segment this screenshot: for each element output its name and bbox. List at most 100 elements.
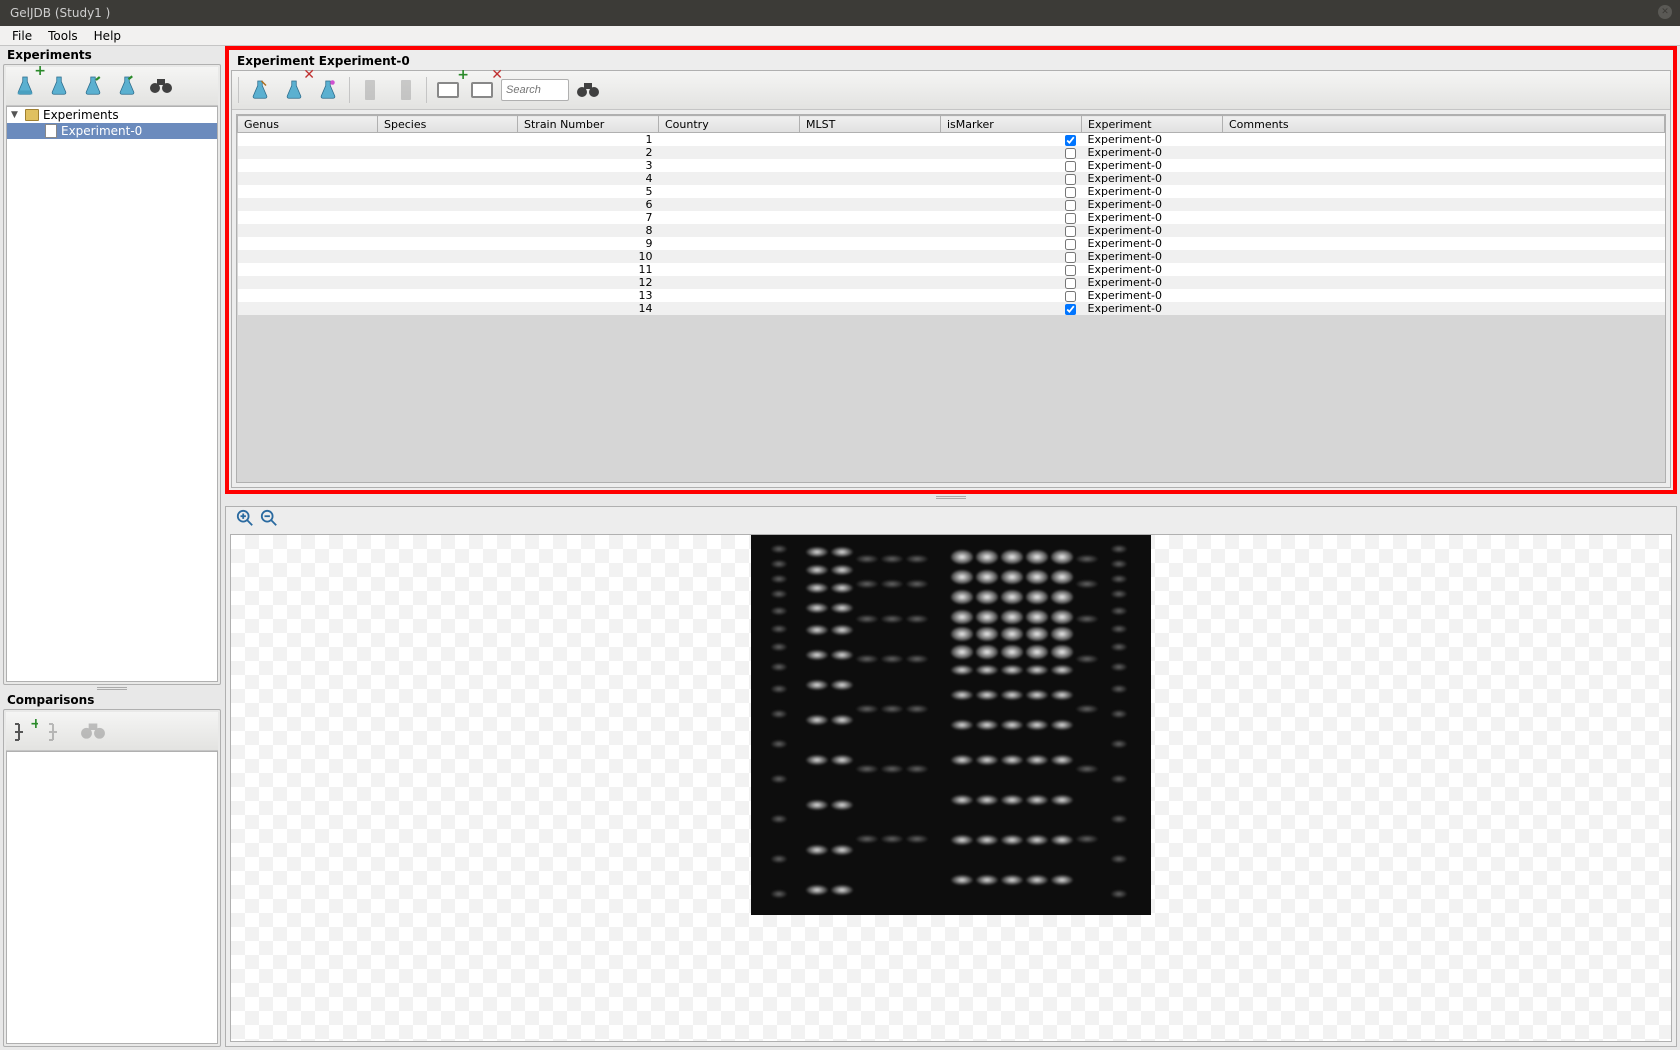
ismarker-checkbox[interactable] — [1065, 265, 1076, 276]
table-row[interactable]: 7Experiment-0 — [238, 211, 1665, 224]
menu-tools[interactable]: Tools — [42, 27, 84, 45]
column-header[interactable]: Species — [378, 116, 518, 133]
ismarker-checkbox[interactable] — [1065, 304, 1076, 315]
lanes-table[interactable]: GenusSpeciesStrain NumberCountryMLSTisMa… — [236, 114, 1666, 483]
tree-item-label: Experiment-0 — [61, 124, 142, 138]
tree-add-icon: + — [12, 718, 38, 744]
table-row[interactable]: 11Experiment-0 — [238, 263, 1665, 276]
column-header[interactable]: Experiment — [1082, 116, 1223, 133]
experiments-toolbar: + — [6, 67, 218, 106]
remove-column-button[interactable]: ✕ — [467, 75, 497, 105]
menu-file[interactable]: File — [6, 27, 38, 45]
flask-import-icon — [84, 75, 102, 97]
experiment-toolbar: ✕ — [232, 71, 1670, 110]
table-row[interactable]: 12Experiment-0 — [238, 276, 1665, 289]
x-icon: ✕ — [491, 67, 503, 83]
experiment-panel-title: Experiment Experiment-0 — [231, 52, 1671, 70]
table-row[interactable]: 10Experiment-0 — [238, 250, 1665, 263]
comparisons-toolbar: + — [6, 712, 218, 751]
binoculars-icon — [149, 75, 173, 98]
tree-icon — [46, 718, 72, 744]
table-row[interactable]: 9Experiment-0 — [238, 237, 1665, 250]
ismarker-checkbox[interactable] — [1065, 135, 1076, 146]
table-row[interactable]: 2Experiment-0 — [238, 146, 1665, 159]
binoculars-icon — [576, 79, 600, 102]
import-experiment-button[interactable] — [78, 71, 108, 101]
ismarker-checkbox[interactable] — [1065, 200, 1076, 211]
find-comparison-button — [78, 716, 108, 746]
clone-experiment-button[interactable] — [44, 71, 74, 101]
ismarker-checkbox[interactable] — [1065, 291, 1076, 302]
column-icon — [363, 78, 379, 102]
tree-item-experiment-0[interactable]: Experiment-0 — [7, 123, 217, 139]
column-header[interactable]: Country — [659, 116, 800, 133]
ismarker-checkbox[interactable] — [1065, 213, 1076, 224]
column-right-button — [390, 75, 420, 105]
table-row[interactable]: 4Experiment-0 — [238, 172, 1665, 185]
flask-add-icon — [16, 75, 34, 97]
flask-icon — [50, 75, 68, 97]
menu-help[interactable]: Help — [88, 27, 127, 45]
ismarker-checkbox[interactable] — [1065, 187, 1076, 198]
folder-icon — [25, 109, 39, 121]
table-row[interactable]: 6Experiment-0 — [238, 198, 1665, 211]
ismarker-checkbox[interactable] — [1065, 174, 1076, 185]
column-header[interactable]: Strain Number — [518, 116, 659, 133]
expand-icon[interactable]: ▼ — [11, 110, 21, 120]
table-row[interactable]: 13Experiment-0 — [238, 289, 1665, 302]
ismarker-checkbox[interactable] — [1065, 161, 1076, 172]
delete-lane-button[interactable]: ✕ — [279, 75, 309, 105]
menubar: File Tools Help — [0, 26, 1680, 46]
document-icon — [45, 124, 57, 138]
tree-root-experiments[interactable]: ▼ Experiments — [7, 107, 217, 123]
ismarker-checkbox[interactable] — [1065, 148, 1076, 159]
table-row[interactable]: 5Experiment-0 — [238, 185, 1665, 198]
column-header[interactable]: isMarker — [941, 116, 1082, 133]
experiment-panel: Experiment Experiment-0 ✕ — [225, 46, 1677, 494]
zoom-in-button[interactable] — [236, 509, 254, 530]
add-experiment-button[interactable]: + — [10, 71, 40, 101]
zoom-out-button[interactable] — [260, 509, 278, 530]
svg-text:+: + — [30, 718, 38, 732]
rect-icon — [437, 82, 459, 98]
ismarker-checkbox[interactable] — [1065, 239, 1076, 250]
zoom-out-icon — [260, 509, 278, 527]
gel-image-panel — [225, 506, 1677, 1047]
add-column-button[interactable]: + — [433, 75, 463, 105]
binoculars-icon — [80, 717, 106, 746]
comparisons-panel-title: Comparisons — [3, 691, 221, 709]
gel-image — [751, 535, 1151, 915]
flask-edit-icon — [251, 79, 269, 101]
add-comparison-button[interactable]: + — [10, 716, 40, 746]
tree-root-label: Experiments — [43, 108, 119, 122]
edit-lane-button[interactable] — [245, 75, 275, 105]
flask-delete-icon — [285, 79, 303, 101]
ismarker-checkbox[interactable] — [1065, 226, 1076, 237]
column-header[interactable]: Comments — [1223, 116, 1665, 133]
table-row[interactable]: 8Experiment-0 — [238, 224, 1665, 237]
flask-star-icon — [319, 79, 337, 101]
table-row[interactable]: 14Experiment-0 — [238, 302, 1665, 315]
experiments-tree[interactable]: ▼ Experiments Experiment-0 — [6, 106, 218, 682]
gel-viewport[interactable] — [230, 534, 1672, 1042]
lane-properties-button[interactable] — [313, 75, 343, 105]
search-button[interactable] — [573, 75, 603, 105]
export-experiment-button[interactable] — [112, 71, 142, 101]
zoom-in-icon — [236, 509, 254, 527]
comparisons-list[interactable] — [6, 751, 218, 1044]
window-title: GelJDB (Study1 ) — [10, 6, 110, 20]
column-header[interactable]: MLST — [800, 116, 941, 133]
ismarker-checkbox[interactable] — [1065, 252, 1076, 263]
search-input[interactable] — [501, 79, 569, 101]
gel-toolbar — [226, 507, 1676, 532]
column-header[interactable]: Genus — [238, 116, 378, 133]
right-splitter[interactable] — [225, 494, 1677, 500]
column-icon — [397, 78, 413, 102]
ismarker-checkbox[interactable] — [1065, 278, 1076, 289]
find-experiment-button[interactable] — [146, 71, 176, 101]
remove-comparison-button — [44, 716, 74, 746]
window-close-button[interactable]: ✕ — [1658, 5, 1672, 19]
table-row[interactable]: 3Experiment-0 — [238, 159, 1665, 172]
window-titlebar: GelJDB (Study1 ) ✕ — [0, 0, 1680, 26]
table-row[interactable]: 1Experiment-0 — [238, 133, 1665, 147]
